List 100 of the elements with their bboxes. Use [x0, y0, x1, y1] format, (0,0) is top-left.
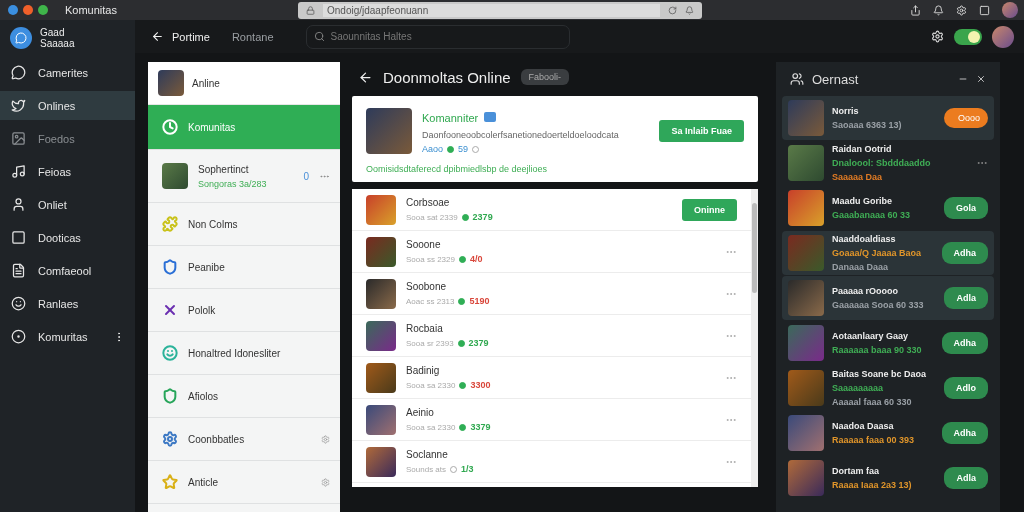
back-icon[interactable]: [358, 69, 373, 85]
game-row[interactable]: Paaaaa rOoooo Gaaaaaa Sooa 60 333 Adla: [782, 276, 994, 320]
scrollbar[interactable]: [751, 189, 758, 487]
member-row[interactable]: Badinig Sooa sa 2330 3300: [352, 357, 751, 399]
game-name: Paaaaa rOoooo: [832, 286, 900, 296]
sidebar-icon: [11, 263, 26, 278]
close-icon[interactable]: [976, 74, 986, 84]
address-bar[interactable]: Ondoig/jdaapfeonuann: [298, 1, 702, 19]
count-text: 59: [458, 144, 469, 154]
member-score: 3300: [470, 380, 491, 390]
game-row[interactable]: Naadoa Daasa Raaaaa faaa 00 393 Adha: [782, 411, 994, 455]
game-name: Maadu Goribe: [832, 196, 893, 206]
game-name: Raidan Ootrid: [832, 144, 893, 154]
game-thumbnail: [162, 163, 188, 189]
game-row[interactable]: Raidan Ootrid Dnaloool: Sbdddaaddo Saaaaa Daa: [782, 141, 994, 185]
sidebar-icon: [11, 131, 26, 146]
game-thumbnail: [366, 404, 396, 435]
member-row[interactable]: Sooone Sooa ss 2329 4/0: [352, 231, 751, 273]
sidebar-item[interactable]: Dooticas: [0, 223, 135, 252]
sidebar-icon: [11, 197, 26, 212]
settings-icon[interactable]: [956, 4, 967, 16]
panel-item[interactable]: Anticle: [148, 461, 340, 504]
game-detail: Danaaa Daaa: [832, 262, 890, 272]
item-label: Anticle: [188, 476, 219, 488]
game-name: Norris: [832, 106, 860, 116]
member-meta: Sounds ats: [406, 464, 447, 474]
sidebar-item[interactable]: Onliet: [0, 190, 135, 219]
game-row[interactable]: Naaddoaldiass Goaaa/Q Jaaaa Baoa Danaaa Daaa Adha: [782, 231, 994, 275]
sidebar-icon: [11, 164, 26, 179]
game-detail: Gaaabanaaa 60 33: [832, 210, 912, 220]
member-meta: Sooa sat 2339: [406, 212, 458, 222]
panel-item[interactable]: Sophertinct Songoras 3a/283 0: [148, 150, 340, 203]
member-row[interactable]: Aeinio Sooa sa 2330 3379: [352, 399, 751, 441]
panel-item[interactable]: Coonbbatles: [148, 418, 340, 461]
member-meta: Sooa sa 2330: [406, 422, 456, 432]
filter-badge[interactable]: Fabooli-: [520, 69, 570, 85]
join-button[interactable]: Adla: [944, 467, 988, 489]
item-label: Afiolos: [188, 390, 219, 402]
sidebar-item[interactable]: Onlines: [0, 91, 135, 120]
sidebar-item[interactable]: Feioas: [0, 157, 135, 186]
game-row[interactable]: Dortam faa Raaaa Iaaa 2a3 13) Adla: [782, 456, 994, 500]
header-tab[interactable]: Rontane: [225, 26, 280, 47]
game-detail: Goaaa/Q Jaaaa Baoa: [832, 248, 923, 258]
sidebar-item[interactable]: Komuritas: [0, 322, 135, 351]
sidebar-item[interactable]: Comfaeool: [0, 256, 135, 285]
join-button[interactable]: Adla: [944, 287, 988, 309]
member-score: 3379: [470, 422, 491, 432]
panel-item[interactable]: Pololk: [148, 289, 340, 332]
back-icon: [151, 30, 164, 43]
member-name: Rocbaia: [406, 323, 444, 334]
member-score: 2379: [468, 338, 489, 348]
item-label: Coonbbatles: [188, 433, 246, 445]
member-row[interactable]: Rocbaia Sooa sr 2393 2379: [352, 315, 751, 357]
sidebar-item[interactable]: Ranlaes: [0, 289, 135, 318]
member-name: Badinig: [406, 365, 441, 376]
join-button[interactable]: Adha: [941, 332, 988, 354]
search-icon: [313, 30, 325, 42]
panel-item[interactable]: Afiolos: [148, 375, 340, 418]
join-button[interactable]: Adlo: [944, 377, 988, 399]
game-detail: Gaaaaaa Sooa 60 333: [832, 300, 925, 310]
game-row[interactable]: Aotaanlaary Gaay Raaaaaa baaa 90 330 Adha: [782, 321, 994, 365]
join-button[interactable]: Gola: [944, 197, 988, 219]
sidebar-icon: [11, 98, 26, 113]
join-button[interactable]: Adha: [941, 242, 988, 264]
search-field[interactable]: Saounnitas Haltes: [305, 24, 570, 49]
game-thumbnail: [788, 370, 824, 406]
game-row[interactable]: Maadu Goribe Gaaabanaaa 60 33 Gola: [782, 186, 994, 230]
panel-item[interactable]: Peanibe: [148, 246, 340, 289]
game-thumbnail: [788, 235, 824, 271]
panel-item[interactable]: Non Colms: [148, 203, 340, 246]
bell-icon[interactable]: [933, 4, 944, 16]
game-detail: Raaaa Iaaa 2a3 13): [832, 480, 913, 490]
lock-icon: [306, 5, 315, 15]
game-thumbnail: [366, 108, 412, 154]
game-thumbnail: [788, 460, 824, 496]
join-button[interactable]: Adha: [941, 422, 988, 444]
window-icon[interactable]: [979, 4, 990, 16]
sidebar-item[interactable]: Camerites: [0, 58, 135, 87]
member-row[interactable]: Soobone Aoac ss 2313 5190: [352, 273, 751, 315]
member-name: Sooone: [406, 239, 442, 250]
avatar[interactable]: [992, 25, 1014, 48]
member-score: 5190: [469, 296, 490, 306]
panel-title: Anline: [192, 77, 220, 89]
game-detail: Dnaloool: Sbdddaaddo: [832, 158, 932, 168]
member-name: Corbsoae: [406, 197, 451, 208]
game-row[interactable]: Baitas Soane bc Daoa Saaaaaaaaa Aaaaal faaa 60 330 Adlo: [782, 366, 994, 410]
game-row[interactable]: Norris Saoaaa 6363 13) Oooo: [782, 96, 994, 140]
item-label: Sophertinct: [198, 163, 250, 175]
game-thumbnail: [366, 362, 396, 393]
avatar[interactable]: [1002, 2, 1018, 18]
member-row[interactable]: Soclanne Sounds ats 1/3: [352, 441, 751, 483]
reload-icon[interactable]: [668, 5, 677, 15]
share-icon[interactable]: [910, 4, 921, 16]
game-detail: Saaaaa Daa: [832, 172, 884, 182]
member-row[interactable]: Corbsoae Sooa sat 2339 2379 Oninne: [352, 189, 751, 231]
panel-item[interactable]: Honaltred Idonesliter: [148, 332, 340, 375]
header-tab[interactable]: Portime: [145, 26, 216, 47]
game-name: Aotaanlaary Gaay: [832, 331, 910, 341]
toggle-switch[interactable]: [954, 28, 982, 45]
settings-icon[interactable]: [931, 30, 944, 43]
